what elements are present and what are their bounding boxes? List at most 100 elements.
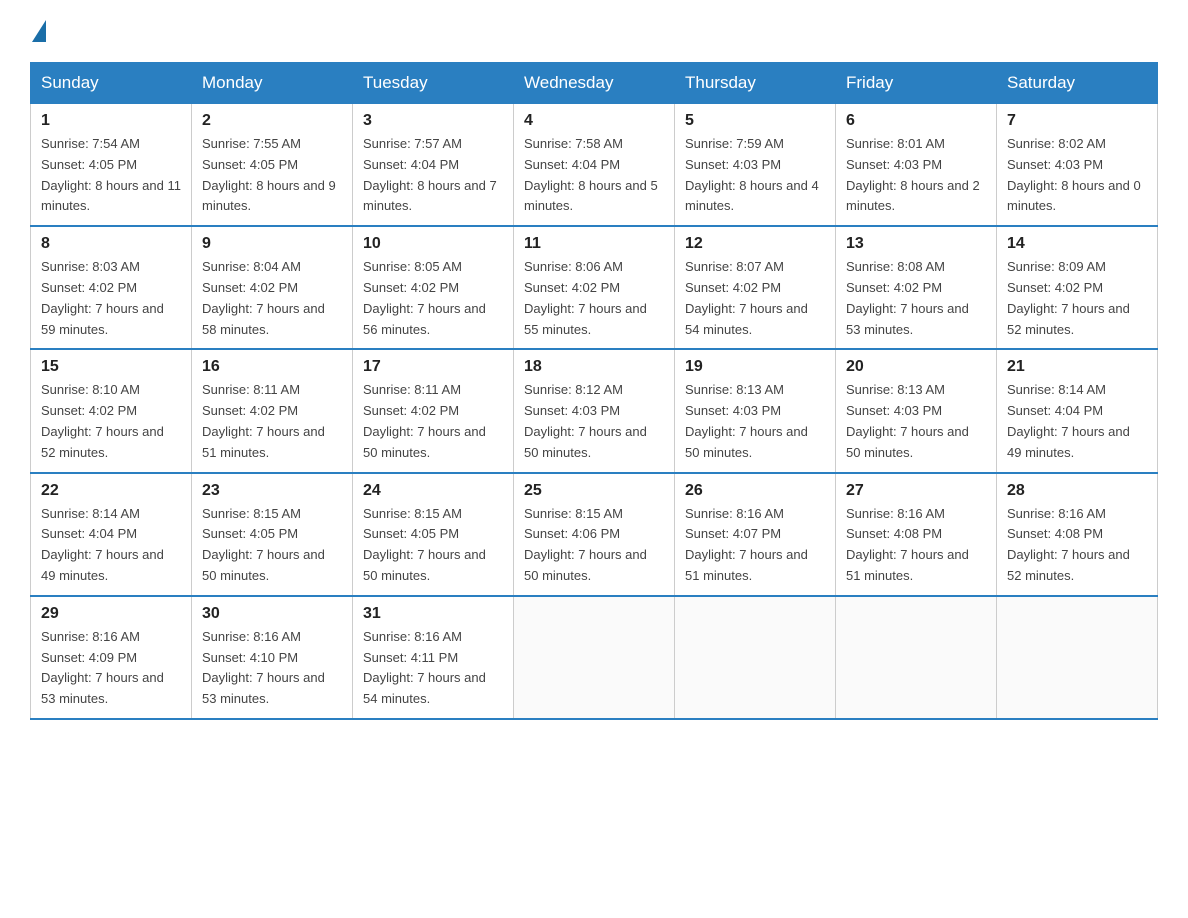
- calendar-week-row: 22 Sunrise: 8:14 AM Sunset: 4:04 PM Dayl…: [31, 473, 1158, 596]
- day-number: 9: [202, 235, 342, 253]
- day-info: Sunrise: 8:15 AM Sunset: 4:06 PM Dayligh…: [524, 504, 664, 587]
- table-row: 6 Sunrise: 8:01 AM Sunset: 4:03 PM Dayli…: [836, 104, 997, 227]
- day-info: Sunrise: 8:06 AM Sunset: 4:02 PM Dayligh…: [524, 257, 664, 340]
- sunset-label: Sunset: 4:04 PM: [524, 157, 620, 172]
- day-number: 10: [363, 235, 503, 253]
- daylight-label: Daylight: 8 hours and 4 minutes.: [685, 178, 819, 214]
- day-info: Sunrise: 8:16 AM Sunset: 4:10 PM Dayligh…: [202, 627, 342, 710]
- calendar-week-row: 8 Sunrise: 8:03 AM Sunset: 4:02 PM Dayli…: [31, 226, 1158, 349]
- calendar-table: Sunday Monday Tuesday Wednesday Thursday…: [30, 62, 1158, 720]
- table-row: 13 Sunrise: 8:08 AM Sunset: 4:02 PM Dayl…: [836, 226, 997, 349]
- table-row: 28 Sunrise: 8:16 AM Sunset: 4:08 PM Dayl…: [997, 473, 1158, 596]
- logo-triangle-icon: [32, 20, 46, 42]
- sunset-label: Sunset: 4:02 PM: [41, 280, 137, 295]
- daylight-label: Daylight: 7 hours and 51 minutes.: [202, 424, 325, 460]
- sunrise-label: Sunrise: 8:16 AM: [1007, 506, 1106, 521]
- daylight-label: Daylight: 7 hours and 55 minutes.: [524, 301, 647, 337]
- day-info: Sunrise: 8:09 AM Sunset: 4:02 PM Dayligh…: [1007, 257, 1147, 340]
- daylight-label: Daylight: 7 hours and 50 minutes.: [363, 547, 486, 583]
- sunset-label: Sunset: 4:10 PM: [202, 650, 298, 665]
- day-info: Sunrise: 8:15 AM Sunset: 4:05 PM Dayligh…: [202, 504, 342, 587]
- day-number: 7: [1007, 112, 1147, 130]
- table-row: 24 Sunrise: 8:15 AM Sunset: 4:05 PM Dayl…: [353, 473, 514, 596]
- day-number: 6: [846, 112, 986, 130]
- table-row: 8 Sunrise: 8:03 AM Sunset: 4:02 PM Dayli…: [31, 226, 192, 349]
- sunrise-label: Sunrise: 8:16 AM: [202, 629, 301, 644]
- day-number: 11: [524, 235, 664, 253]
- sunrise-label: Sunrise: 8:02 AM: [1007, 136, 1106, 151]
- sunset-label: Sunset: 4:02 PM: [363, 280, 459, 295]
- day-number: 18: [524, 358, 664, 376]
- day-number: 21: [1007, 358, 1147, 376]
- col-tuesday: Tuesday: [353, 63, 514, 104]
- sunset-label: Sunset: 4:05 PM: [363, 526, 459, 541]
- table-row: 3 Sunrise: 7:57 AM Sunset: 4:04 PM Dayli…: [353, 104, 514, 227]
- table-row: 22 Sunrise: 8:14 AM Sunset: 4:04 PM Dayl…: [31, 473, 192, 596]
- day-number: 24: [363, 482, 503, 500]
- calendar-week-row: 15 Sunrise: 8:10 AM Sunset: 4:02 PM Dayl…: [31, 349, 1158, 472]
- sunrise-label: Sunrise: 8:13 AM: [846, 382, 945, 397]
- sunset-label: Sunset: 4:07 PM: [685, 526, 781, 541]
- col-saturday: Saturday: [997, 63, 1158, 104]
- day-info: Sunrise: 8:13 AM Sunset: 4:03 PM Dayligh…: [685, 380, 825, 463]
- table-row: 23 Sunrise: 8:15 AM Sunset: 4:05 PM Dayl…: [192, 473, 353, 596]
- sunrise-label: Sunrise: 8:09 AM: [1007, 259, 1106, 274]
- daylight-label: Daylight: 7 hours and 49 minutes.: [41, 547, 164, 583]
- page-header: [30, 20, 1158, 42]
- sunrise-label: Sunrise: 8:04 AM: [202, 259, 301, 274]
- daylight-label: Daylight: 8 hours and 0 minutes.: [1007, 178, 1141, 214]
- calendar-week-row: 29 Sunrise: 8:16 AM Sunset: 4:09 PM Dayl…: [31, 596, 1158, 719]
- table-row: [514, 596, 675, 719]
- sunrise-label: Sunrise: 8:15 AM: [202, 506, 301, 521]
- daylight-label: Daylight: 7 hours and 52 minutes.: [1007, 547, 1130, 583]
- table-row: 2 Sunrise: 7:55 AM Sunset: 4:05 PM Dayli…: [192, 104, 353, 227]
- daylight-label: Daylight: 8 hours and 5 minutes.: [524, 178, 658, 214]
- sunrise-label: Sunrise: 8:15 AM: [363, 506, 462, 521]
- day-number: 14: [1007, 235, 1147, 253]
- day-info: Sunrise: 7:54 AM Sunset: 4:05 PM Dayligh…: [41, 134, 181, 217]
- day-info: Sunrise: 8:10 AM Sunset: 4:02 PM Dayligh…: [41, 380, 181, 463]
- sunrise-label: Sunrise: 7:59 AM: [685, 136, 784, 151]
- sunset-label: Sunset: 4:03 PM: [846, 157, 942, 172]
- col-sunday: Sunday: [31, 63, 192, 104]
- daylight-label: Daylight: 7 hours and 58 minutes.: [202, 301, 325, 337]
- sunrise-label: Sunrise: 8:14 AM: [1007, 382, 1106, 397]
- day-info: Sunrise: 8:16 AM Sunset: 4:08 PM Dayligh…: [846, 504, 986, 587]
- daylight-label: Daylight: 7 hours and 50 minutes.: [524, 424, 647, 460]
- day-number: 26: [685, 482, 825, 500]
- sunrise-label: Sunrise: 8:16 AM: [41, 629, 140, 644]
- day-info: Sunrise: 8:11 AM Sunset: 4:02 PM Dayligh…: [202, 380, 342, 463]
- day-info: Sunrise: 8:11 AM Sunset: 4:02 PM Dayligh…: [363, 380, 503, 463]
- sunset-label: Sunset: 4:04 PM: [363, 157, 459, 172]
- daylight-label: Daylight: 7 hours and 50 minutes.: [524, 547, 647, 583]
- table-row: 25 Sunrise: 8:15 AM Sunset: 4:06 PM Dayl…: [514, 473, 675, 596]
- sunrise-label: Sunrise: 7:55 AM: [202, 136, 301, 151]
- sunrise-label: Sunrise: 8:03 AM: [41, 259, 140, 274]
- day-number: 13: [846, 235, 986, 253]
- calendar-header-row: Sunday Monday Tuesday Wednesday Thursday…: [31, 63, 1158, 104]
- daylight-label: Daylight: 7 hours and 49 minutes.: [1007, 424, 1130, 460]
- day-info: Sunrise: 8:16 AM Sunset: 4:09 PM Dayligh…: [41, 627, 181, 710]
- day-number: 4: [524, 112, 664, 130]
- table-row: [997, 596, 1158, 719]
- daylight-label: Daylight: 8 hours and 11 minutes.: [41, 178, 181, 214]
- day-info: Sunrise: 7:55 AM Sunset: 4:05 PM Dayligh…: [202, 134, 342, 217]
- sunset-label: Sunset: 4:08 PM: [846, 526, 942, 541]
- sunrise-label: Sunrise: 8:05 AM: [363, 259, 462, 274]
- day-info: Sunrise: 8:16 AM Sunset: 4:11 PM Dayligh…: [363, 627, 503, 710]
- table-row: 26 Sunrise: 8:16 AM Sunset: 4:07 PM Dayl…: [675, 473, 836, 596]
- sunset-label: Sunset: 4:02 PM: [846, 280, 942, 295]
- table-row: 29 Sunrise: 8:16 AM Sunset: 4:09 PM Dayl…: [31, 596, 192, 719]
- sunset-label: Sunset: 4:03 PM: [1007, 157, 1103, 172]
- calendar-week-row: 1 Sunrise: 7:54 AM Sunset: 4:05 PM Dayli…: [31, 104, 1158, 227]
- day-number: 15: [41, 358, 181, 376]
- table-row: [675, 596, 836, 719]
- day-number: 30: [202, 605, 342, 623]
- table-row: 9 Sunrise: 8:04 AM Sunset: 4:02 PM Dayli…: [192, 226, 353, 349]
- table-row: 11 Sunrise: 8:06 AM Sunset: 4:02 PM Dayl…: [514, 226, 675, 349]
- table-row: 27 Sunrise: 8:16 AM Sunset: 4:08 PM Dayl…: [836, 473, 997, 596]
- daylight-label: Daylight: 7 hours and 50 minutes.: [202, 547, 325, 583]
- day-number: 5: [685, 112, 825, 130]
- day-number: 3: [363, 112, 503, 130]
- daylight-label: Daylight: 7 hours and 53 minutes.: [846, 301, 969, 337]
